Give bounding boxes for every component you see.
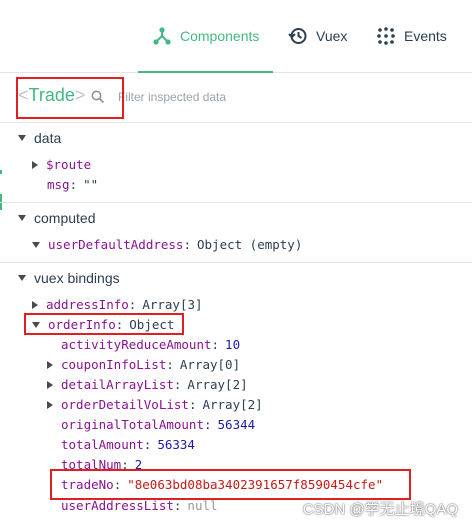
prop-key: userDefaultAddress	[48, 237, 184, 252]
prop-key: couponInfoList	[61, 357, 167, 372]
prop-order-detail-vo-list[interactable]: orderDetailVoList: Array[2]	[47, 397, 263, 412]
caret-right-icon	[47, 360, 53, 369]
prop-route[interactable]: $route	[32, 157, 91, 172]
filter-input[interactable]	[118, 86, 318, 108]
tab-events-label: Events	[404, 28, 447, 44]
prop-key: tradeNo	[61, 477, 114, 492]
prop-value: 2	[134, 457, 143, 472]
prop-key: originalTotalAmount	[61, 417, 204, 432]
prop-value: Array[0]	[179, 357, 241, 372]
prop-key: userAddressList	[61, 498, 174, 513]
prop-value: Object (empty)	[197, 237, 303, 252]
section-vuex-bindings[interactable]: vuex bindings	[18, 270, 120, 286]
prop-key: orderDetailVoList	[61, 397, 189, 412]
prop-user-address-list[interactable]: userAddressList: null	[61, 498, 218, 513]
tab-vuex[interactable]: Vuex	[288, 0, 347, 72]
prop-value: 56344	[217, 417, 256, 432]
prop-value: "8e063bd08ba3402391657f8590454cfe"	[127, 477, 384, 492]
prop-value: null	[187, 498, 218, 513]
caret-right-icon	[47, 400, 53, 409]
prop-key: addressInfo	[46, 297, 129, 312]
prop-detail-array-list[interactable]: detailArrayList: Array[2]	[47, 377, 248, 392]
caret-down-icon	[18, 215, 26, 221]
caret-down-icon	[32, 241, 40, 248]
section-divider	[0, 262, 472, 263]
prop-key: msg	[47, 177, 70, 192]
caret-right-icon	[47, 380, 53, 389]
devtools-tab-bar: Components Vuex Events	[0, 0, 472, 73]
prop-total-amount[interactable]: totalAmount: 56334	[61, 437, 195, 452]
prop-original-total-amount[interactable]: originalTotalAmount: 56344	[61, 417, 255, 432]
prop-msg[interactable]: msg: ""	[47, 177, 98, 192]
prop-key: detailArrayList	[61, 377, 174, 392]
tab-vuex-label: Vuex	[316, 28, 348, 44]
bracket-close: >	[74, 85, 86, 105]
component-name-text: Trade	[28, 85, 75, 105]
prop-user-default-address[interactable]: userDefaultAddress: Object (empty)	[32, 237, 302, 252]
section-divider	[0, 202, 472, 203]
prop-value: Array[3]	[142, 297, 203, 312]
search-icon	[91, 90, 105, 104]
prop-key: totalAmount	[61, 437, 144, 452]
section-computed[interactable]: computed	[18, 210, 95, 226]
section-data[interactable]: data	[18, 130, 61, 146]
prop-value: Array[2]	[202, 397, 263, 412]
caret-down-icon	[32, 321, 40, 328]
prop-value: 10	[225, 337, 241, 352]
prop-activity-reduce-amount[interactable]: activityReduceAmount: 10	[61, 337, 240, 352]
events-icon	[377, 27, 395, 45]
selection-edge-mark	[0, 170, 2, 174]
prop-value: 56334	[157, 437, 195, 452]
prop-coupon-info-list[interactable]: couponInfoList: Array[0]	[47, 357, 240, 372]
prop-value: ""	[83, 177, 99, 192]
section-computed-title: computed	[34, 210, 96, 226]
prop-address-info[interactable]: addressInfo: Array[3]	[32, 297, 203, 312]
prop-key: $route	[46, 157, 92, 172]
caret-right-icon	[32, 300, 38, 309]
tab-events[interactable]: Events	[376, 0, 447, 72]
prop-trade-no[interactable]: tradeNo: "8e063bd08ba3402391657f8590454c…	[61, 477, 383, 492]
caret-down-icon	[18, 275, 26, 281]
section-vuex-title: vuex bindings	[34, 270, 120, 286]
prop-key: totalNum	[61, 457, 122, 472]
prop-total-num[interactable]: totalNum: 2	[61, 457, 142, 472]
prop-key: activityReduceAmount	[61, 337, 212, 352]
tab-components-label: Components	[180, 28, 260, 44]
components-icon	[153, 27, 171, 45]
prop-value: Array[2]	[187, 377, 248, 392]
history-icon	[288, 28, 307, 44]
caret-down-icon	[18, 135, 26, 141]
prop-value: Object	[129, 317, 175, 332]
csdn-watermark: CSDN @学无止境QAQ	[302, 501, 458, 518]
section-data-title: data	[34, 130, 62, 146]
component-name: <Trade>	[18, 85, 85, 106]
caret-right-icon	[32, 160, 38, 169]
bracket-open: <	[18, 85, 29, 105]
tab-components[interactable]: Components	[137, 0, 274, 73]
prop-order-info[interactable]: orderInfo: Object	[32, 317, 174, 332]
prop-key: orderInfo	[48, 317, 116, 332]
